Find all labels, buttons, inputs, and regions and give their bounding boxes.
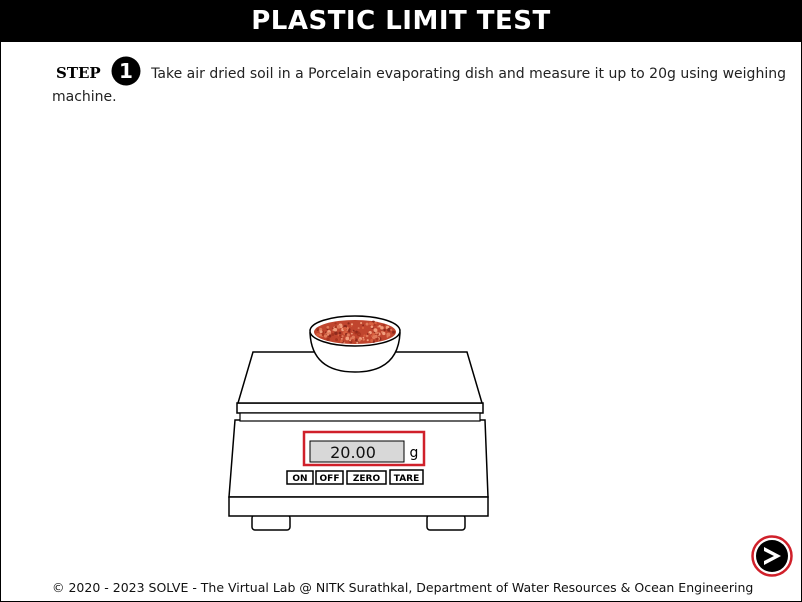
scale-foot-right	[426, 514, 466, 531]
svg-text:ON: ON	[292, 474, 307, 484]
on-button[interactable]: ON	[286, 470, 314, 485]
copyright-footer: © 2020 - 2023 SOLVE - The Virtual Lab @ …	[52, 580, 754, 595]
svg-text:TARE: TARE	[394, 474, 419, 484]
svg-text:OFF: OFF	[320, 474, 340, 484]
scale-base	[228, 496, 489, 517]
weight-unit: g	[410, 445, 419, 461]
weighing-machine: 20.00 g ON OFF ZERO TARE	[228, 315, 489, 531]
scale-foot-left	[251, 514, 291, 531]
off-button[interactable]: OFF	[315, 470, 344, 485]
weight-reading: 20.00	[330, 443, 376, 462]
tare-button[interactable]: TARE	[389, 469, 424, 485]
svg-text:ZERO: ZERO	[353, 474, 381, 484]
next-step-button[interactable]	[751, 535, 793, 577]
platform-lip	[239, 412, 481, 422]
zero-button[interactable]: ZERO	[346, 470, 387, 485]
platform-edge	[236, 402, 484, 414]
